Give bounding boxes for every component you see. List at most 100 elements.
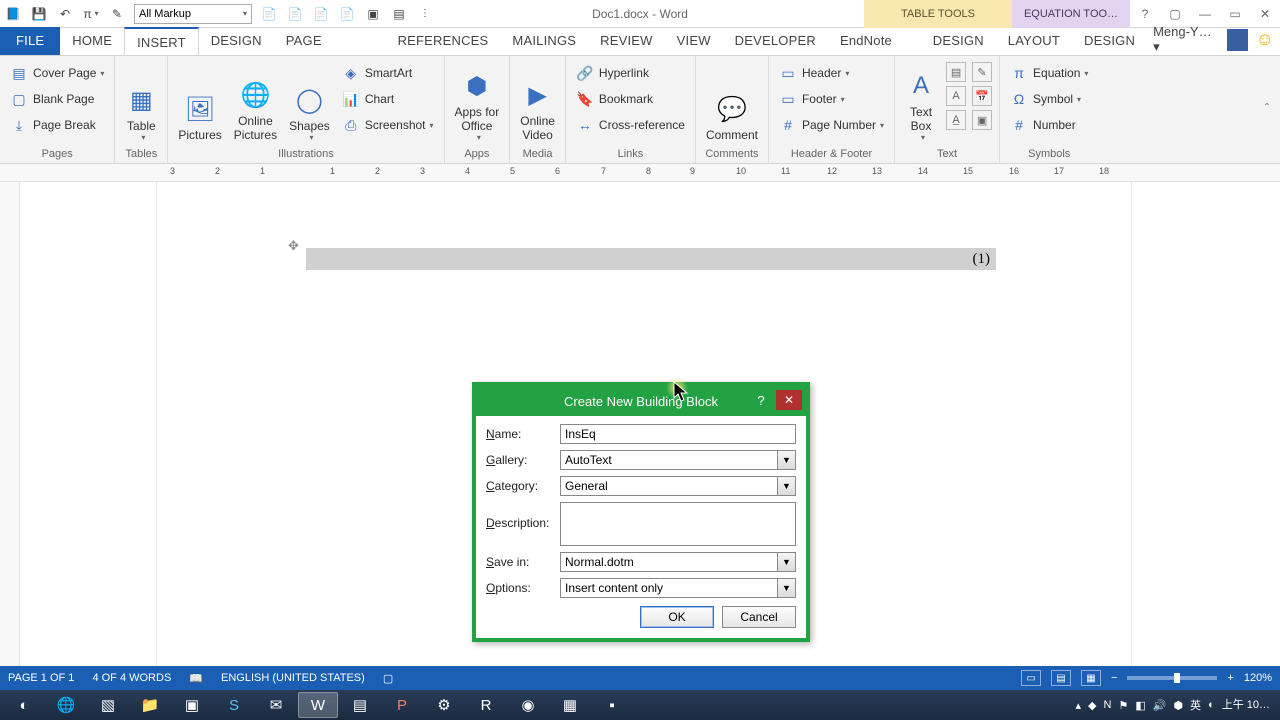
date-time-icon[interactable]: 📅 xyxy=(972,86,992,106)
tab-insert[interactable]: INSERT xyxy=(124,27,199,55)
status-macro-icon[interactable]: ▢ xyxy=(383,672,393,685)
tray-up-icon[interactable]: ▴ xyxy=(1076,699,1082,712)
chevron-down-icon[interactable]: ▼ xyxy=(777,579,795,597)
equation-table-row[interactable]: (1) xyxy=(306,248,996,270)
tab-table-design[interactable]: DESIGN xyxy=(921,27,996,55)
user-avatar[interactable] xyxy=(1227,29,1248,51)
description-input[interactable] xyxy=(560,502,796,546)
qat-more-icon[interactable]: ⋮ xyxy=(412,2,438,26)
view-web-icon[interactable]: ▦ xyxy=(1081,670,1101,686)
online-video-button[interactable]: ▶Online Video xyxy=(514,58,561,144)
blank-page-button[interactable]: ▢Blank Page xyxy=(4,86,110,112)
status-language[interactable]: ENGLISH (UNITED STATES) xyxy=(221,672,365,684)
taskbar-app-9[interactable]: ▪ xyxy=(592,692,632,718)
header-button[interactable]: ▭Header xyxy=(773,60,890,86)
taskbar-app-6[interactable]: R xyxy=(466,692,506,718)
dialog-titlebar[interactable]: Create New Building Block ? ✕ xyxy=(476,386,806,416)
taskbar-app-1[interactable]: ▧ xyxy=(88,692,128,718)
tab-equation-design[interactable]: DESIGN xyxy=(1072,27,1147,55)
vertical-ruler[interactable] xyxy=(0,182,20,666)
undo-icon[interactable]: ↶ xyxy=(52,2,78,26)
tab-references[interactable]: REFERENCES xyxy=(386,27,501,55)
collapse-ribbon-icon[interactable]: ˆ xyxy=(1258,99,1276,117)
chart-button[interactable]: 📊Chart xyxy=(336,86,440,112)
tray-clock[interactable]: 上午 10… xyxy=(1222,699,1270,711)
number-button[interactable]: #Number xyxy=(1004,112,1094,138)
view-read-icon[interactable]: ▭ xyxy=(1021,670,1041,686)
tray-ime-icon[interactable]: 英 xyxy=(1190,697,1201,713)
tray-icon-1[interactable]: ◆ xyxy=(1088,699,1096,712)
taskbar-word[interactable]: W xyxy=(298,692,338,718)
tab-endnote[interactable]: EndNote X7 xyxy=(828,27,921,55)
chevron-down-icon[interactable]: ▼ xyxy=(777,553,795,571)
dialog-help-icon[interactable]: ? xyxy=(750,390,772,410)
zoom-slider[interactable] xyxy=(1127,676,1217,680)
qat-btn-4[interactable]: 📄 xyxy=(334,2,360,26)
shapes-button[interactable]: ◯Shapes xyxy=(283,58,336,144)
taskbar-chrome[interactable]: 🌐 xyxy=(46,692,86,718)
quick-parts-icon[interactable]: ▤ xyxy=(946,62,966,82)
minimize-icon[interactable]: — xyxy=(1190,2,1220,26)
online-pictures-button[interactable]: 🌐Online Pictures xyxy=(228,58,283,144)
horizontal-ruler[interactable]: 321123456789101112131415161718 xyxy=(0,164,1280,182)
user-name[interactable]: Meng-Y… ▾ xyxy=(1147,24,1223,55)
save-icon[interactable]: 💾 xyxy=(26,2,52,26)
tray-icon-5[interactable]: ◐ xyxy=(1208,699,1215,711)
feedback-icon[interactable]: ☺ xyxy=(1256,29,1274,50)
tray-volume-icon[interactable]: 🔊 xyxy=(1153,699,1167,712)
tray-icon-4[interactable]: ⬢ xyxy=(1173,699,1183,712)
start-button[interactable]: ◐ xyxy=(4,692,44,718)
hyperlink-button[interactable]: 🔗Hyperlink xyxy=(570,60,691,86)
status-page[interactable]: PAGE 1 OF 1 xyxy=(8,672,74,684)
tab-page-layout[interactable]: PAGE LAYOUT xyxy=(274,27,386,55)
signature-icon[interactable]: ✎ xyxy=(972,62,992,82)
table-anchor-icon[interactable]: ✥ xyxy=(288,238,299,254)
page-number-button[interactable]: #Page Number xyxy=(773,112,890,138)
view-print-icon[interactable]: ▤ xyxy=(1051,670,1071,686)
zoom-in-icon[interactable]: + xyxy=(1227,672,1233,684)
ribbon-display-icon[interactable]: ▢ xyxy=(1160,2,1190,26)
markup-combo[interactable]: All Markup ▾ xyxy=(134,4,252,24)
taskbar-app-8[interactable]: ▦ xyxy=(550,692,590,718)
document-area[interactable]: ✥ (1) Create New Building Block ? ✕ Name… xyxy=(0,182,1280,666)
table-button[interactable]: ▦Table xyxy=(119,58,163,144)
tab-home[interactable]: HOME xyxy=(60,27,124,55)
object-icon[interactable]: ▣ xyxy=(972,110,992,130)
page-break-button[interactable]: ⤓Page Break xyxy=(4,112,110,138)
qat-btn-1[interactable]: 📄 xyxy=(256,2,282,26)
status-words[interactable]: 4 OF 4 WORDS xyxy=(92,672,171,684)
options-combo[interactable]: Insert content only▼ xyxy=(560,578,796,598)
tray-icon-3[interactable]: ⚑ xyxy=(1118,699,1128,712)
cancel-button[interactable]: Cancel xyxy=(722,606,796,628)
pictures-button[interactable]: 🖼Pictures xyxy=(172,58,227,144)
taskbar-app-4[interactable]: ▤ xyxy=(340,692,380,718)
equation-button[interactable]: πEquation xyxy=(1004,60,1094,86)
tab-developer[interactable]: DEVELOPER xyxy=(723,27,828,55)
bookmark-button[interactable]: 🔖Bookmark xyxy=(570,86,691,112)
wordart-icon[interactable]: A xyxy=(946,86,966,106)
qat-btn-2[interactable]: 📄 xyxy=(282,2,308,26)
screenshot-button[interactable]: ⎙Screenshot xyxy=(336,112,440,138)
footer-button[interactable]: ▭Footer xyxy=(773,86,890,112)
zoom-level[interactable]: 120% xyxy=(1244,672,1272,684)
pi-icon[interactable]: π▾ xyxy=(78,2,104,26)
symbol-button[interactable]: ΩSymbol xyxy=(1004,86,1094,112)
taskbar-skype[interactable]: S xyxy=(214,692,254,718)
taskbar-explorer[interactable]: 📁 xyxy=(130,692,170,718)
drop-cap-icon[interactable]: A̲ xyxy=(946,110,966,130)
category-combo[interactable]: General▼ xyxy=(560,476,796,496)
tray-icon-2[interactable]: N xyxy=(1104,699,1112,711)
ok-button[interactable]: OK xyxy=(640,606,714,628)
zoom-out-icon[interactable]: − xyxy=(1111,672,1117,684)
tab-table-layout[interactable]: LAYOUT xyxy=(996,27,1072,55)
gallery-combo[interactable]: AutoText▼ xyxy=(560,450,796,470)
qat-btn-5[interactable]: ▣ xyxy=(360,2,386,26)
tab-mailings[interactable]: MAILINGS xyxy=(500,27,588,55)
chevron-down-icon[interactable]: ▼ xyxy=(777,477,795,495)
tray-network-icon[interactable]: ◧ xyxy=(1135,699,1145,712)
cover-page-button[interactable]: ▤Cover Page xyxy=(4,60,110,86)
tab-view[interactable]: VIEW xyxy=(665,27,723,55)
highlighter-icon[interactable]: ✎ xyxy=(104,2,130,26)
taskbar-app-5[interactable]: ⚙ xyxy=(424,692,464,718)
taskbar-app-2[interactable]: ▣ xyxy=(172,692,212,718)
